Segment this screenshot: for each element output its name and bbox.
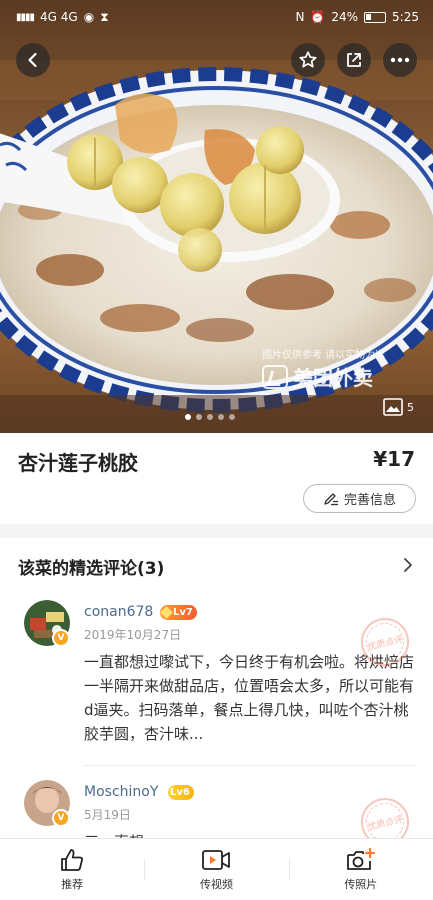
avatar[interactable]: V (24, 600, 70, 647)
bottom-action-bar: 推荐 传视频 传照片 (0, 838, 433, 900)
stamp-inner: 优质点评 (361, 798, 409, 838)
review-date: 5月19日 (84, 808, 131, 822)
network-label: 4G 4G (40, 10, 78, 24)
eye-icon: ◉ (83, 10, 95, 24)
thumbs-up-icon (61, 848, 84, 871)
level-label: Lv6 (170, 787, 190, 798)
carousel-dot (207, 414, 213, 420)
upload-photo-button[interactable]: 传照片 (288, 839, 433, 900)
star-outline-icon (299, 51, 317, 68)
chevron-right-icon[interactable] (402, 557, 414, 573)
dish-photo-carousel[interactable]: ▮▮▮▮ 4G 4G ◉ ⧗ N ⏰ 24% 5:25 图片仅供参考 请以实物为… (0, 0, 433, 433)
camera-add-icon (346, 847, 375, 870)
status-left: ▮▮▮▮ 4G 4G ◉ ⧗ (16, 10, 109, 25)
review-username[interactable]: conan678 (84, 604, 153, 620)
carousel-dot (229, 414, 235, 420)
meituan-logo-icon (262, 364, 288, 389)
review-item[interactable]: V MoschinoY Lv6 5月19日 三一直想... 优质点评 (0, 778, 433, 838)
clock-time: 5:25 (392, 10, 419, 24)
level-label: Lv7 (173, 607, 193, 618)
chevron-left-icon (28, 52, 37, 68)
signal-icon: ▮▮▮▮ (16, 11, 35, 23)
level-badge: Lv7 (160, 605, 197, 620)
more-horizontal-icon (390, 57, 410, 63)
status-bar: ▮▮▮▮ 4G 4G ◉ ⧗ N ⏰ 24% 5:25 (0, 0, 433, 34)
verified-badge: V (52, 809, 70, 827)
review-item[interactable]: V conan678 Lv7 2019年10月27日 一直都想过嚟试下，今日终于… (0, 598, 433, 766)
review-divider (84, 765, 417, 766)
upload-photo-label: 传照片 (344, 877, 378, 891)
favorite-button[interactable] (291, 43, 325, 77)
brand-watermark: 美团外卖 (262, 362, 373, 391)
photo-count-button[interactable]: 5 (383, 398, 414, 416)
share-icon (347, 53, 361, 67)
review-date: 2019年10月27日 (84, 628, 182, 642)
carousel-indicator (185, 414, 235, 420)
verified-badge: V (52, 629, 70, 647)
photo-disclaimer: 图片仅供参考 请以实物为准 (262, 350, 386, 361)
stamp-label: 优质点评 (366, 634, 405, 653)
recommend-label: 推荐 (61, 877, 84, 891)
carousel-dot (185, 414, 191, 420)
image-icon (383, 398, 403, 416)
diamond-icon (160, 606, 173, 619)
stamp-label: 优质点评 (366, 814, 405, 833)
nfc-icon: N (295, 10, 305, 24)
photo-count: 5 (407, 400, 414, 414)
carousel-dot (196, 414, 202, 420)
carousel-dot (218, 414, 224, 420)
upload-video-button[interactable]: 传视频 (144, 839, 288, 900)
brand-watermark-text: 美团外卖 (293, 366, 373, 390)
review-text[interactable]: 一直都想过嚟试下，今日终于有机会啦。将烘焙店一半隔开来做甜品店，位置唔会太多，所… (84, 650, 414, 746)
hourglass-icon: ⧗ (100, 9, 109, 24)
edit-icon (324, 492, 338, 505)
share-button[interactable] (337, 43, 371, 77)
dish-price: ¥17 (373, 447, 415, 471)
section-divider (0, 524, 433, 538)
improve-info-button[interactable]: 完善信息 (303, 484, 416, 513)
upload-video-label: 传视频 (199, 877, 233, 891)
dish-name: 杏汁莲子桃胶 (18, 451, 138, 475)
stamp-inner: 优质点评 (361, 618, 409, 666)
status-right: N ⏰ 24% 5:25 (295, 10, 419, 24)
level-badge: Lv6 (168, 785, 194, 800)
quality-review-stamp: 优质点评 (355, 792, 415, 838)
avatar[interactable]: V (24, 780, 70, 827)
more-button[interactable] (383, 43, 417, 77)
back-button[interactable] (16, 43, 50, 77)
battery-icon (364, 11, 387, 23)
improve-info-label: 完善信息 (343, 493, 396, 508)
battery-percent: 24% (331, 10, 359, 24)
recommend-button[interactable]: 推荐 (0, 839, 144, 900)
review-username[interactable]: MoschinoY (84, 784, 158, 800)
reviews-section-title[interactable]: 该菜的精选评论(3) (18, 554, 164, 579)
alarm-icon: ⏰ (310, 10, 326, 24)
video-camera-icon (202, 849, 231, 870)
